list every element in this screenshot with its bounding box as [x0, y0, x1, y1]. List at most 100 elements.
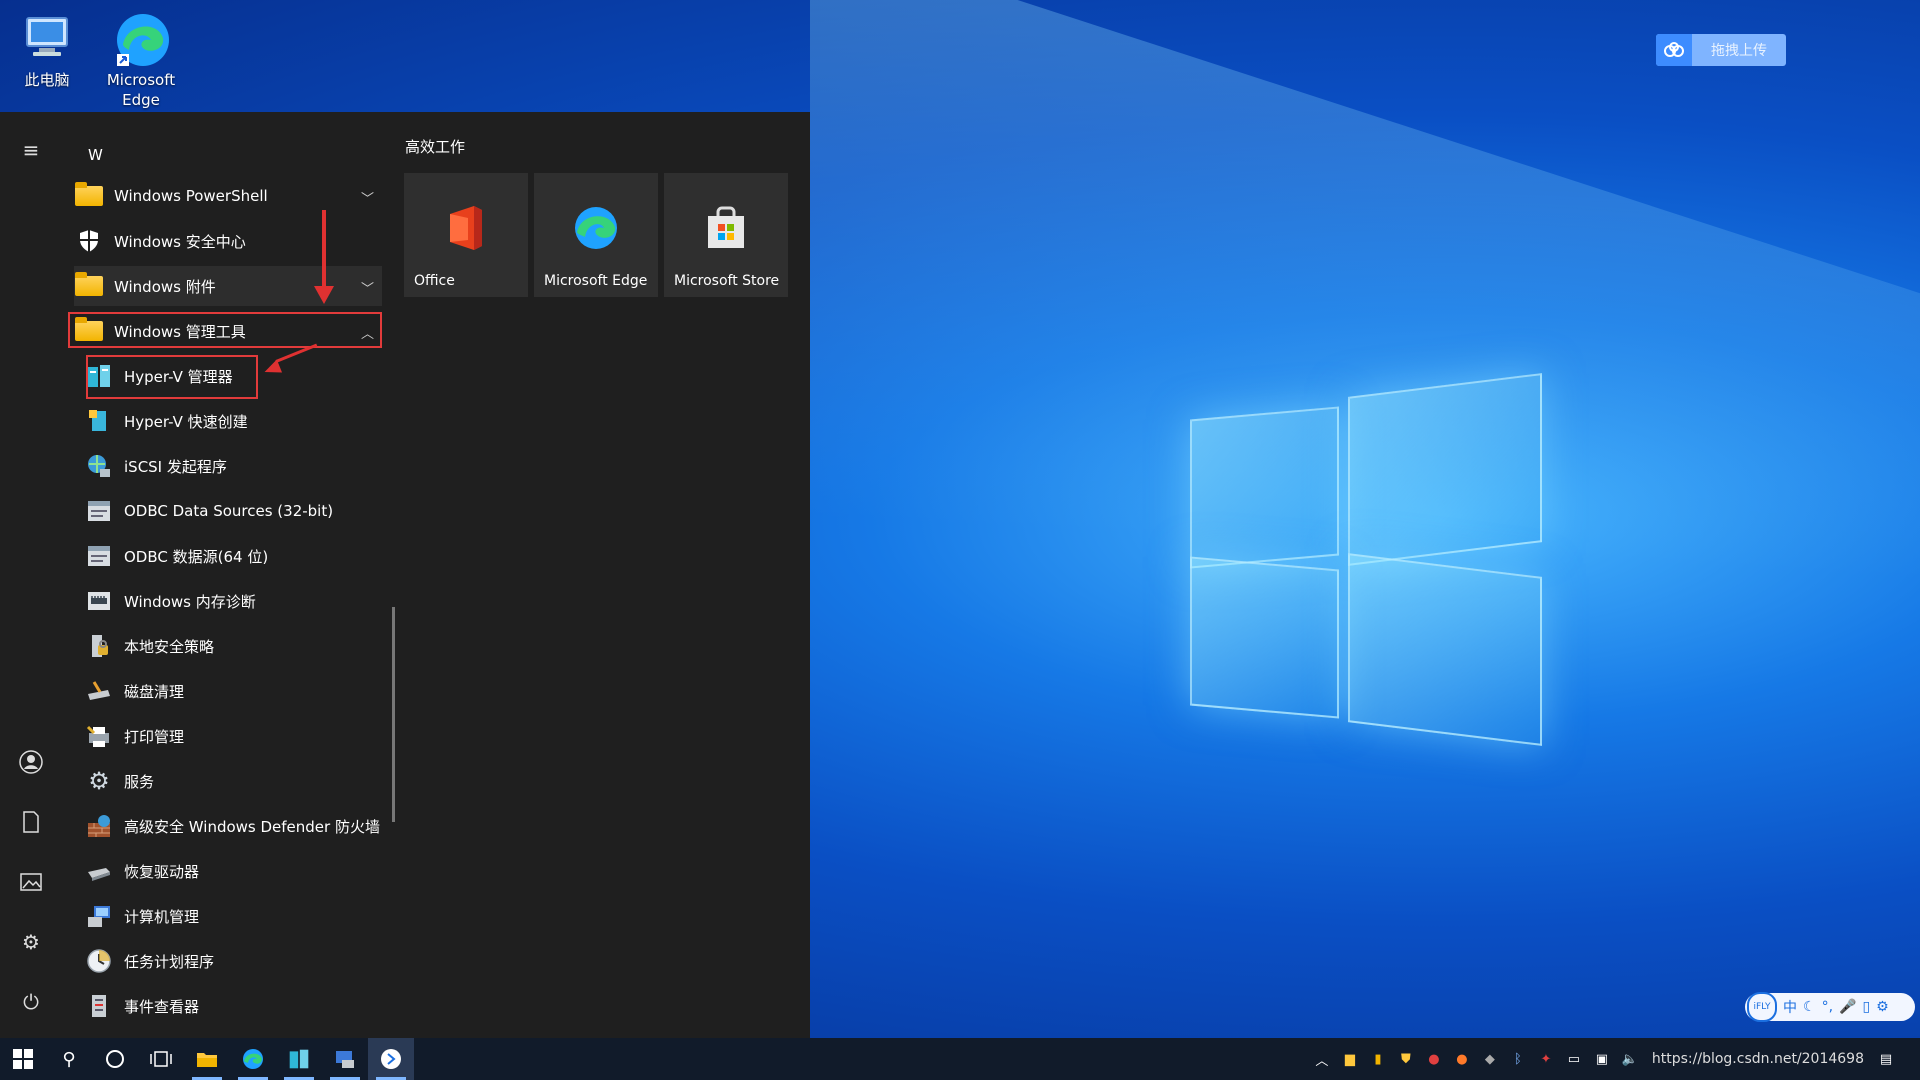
tile-microsoft-edge[interactable]: Microsoft Edge: [534, 173, 658, 297]
app-windows-powershell[interactable]: Windows PowerShell ﹀: [74, 176, 382, 216]
moon-icon[interactable]: ☾: [1803, 999, 1816, 1015]
app-list-scrollbar[interactable]: [392, 607, 395, 822]
chrome-icon[interactable]: ●: [1420, 1052, 1448, 1067]
start-rail: ≡ ⚙ ⏻: [0, 112, 62, 1038]
volume-icon[interactable]: 🔈: [1616, 1052, 1644, 1067]
search-icon[interactable]: ⚲: [46, 1038, 92, 1080]
tiles-group-title[interactable]: 高效工作: [405, 136, 465, 157]
bluetooth-icon[interactable]: ᛒ: [1504, 1052, 1532, 1067]
keyboard-icon[interactable]: ▯: [1862, 999, 1870, 1015]
section-letter[interactable]: W: [88, 146, 103, 164]
recovery-drive-icon: [84, 856, 114, 886]
app-label: 高级安全 Windows Defender 防火墙: [124, 817, 380, 836]
highlight-box-admin-tools: [68, 312, 382, 348]
task-view-icon[interactable]: [138, 1038, 184, 1080]
cortana-icon[interactable]: [92, 1038, 138, 1080]
settings-icon[interactable]: ⚙: [13, 924, 49, 960]
system-tray: ︿ ▆ ▮ ⛊ ● ● ◆ ᛒ ✦ ▭ ▣ 🔈 https://blog.csd…: [1308, 1038, 1920, 1080]
app-label: iSCSI 发起程序: [124, 457, 227, 476]
app-tray-icon[interactable]: ✦: [1532, 1052, 1560, 1067]
app-disk-cleanup[interactable]: 磁盘清理: [84, 671, 392, 711]
start-button[interactable]: [0, 1038, 46, 1080]
file-explorer-icon[interactable]: [184, 1038, 230, 1080]
ime-mode-toggle[interactable]: 中: [1783, 997, 1797, 1017]
settings-icon[interactable]: ⚙: [1876, 999, 1889, 1015]
ifly-logo: iFLY: [1747, 992, 1777, 1022]
cloud-upload-button[interactable]: 拖拽上传: [1656, 34, 1786, 66]
edge-taskbar-icon[interactable]: [230, 1038, 276, 1080]
app-memory-diagnostic[interactable]: Windows 内存诊断: [84, 581, 392, 621]
app-label: Hyper-V 快速创建: [124, 412, 248, 431]
odbc-icon: [84, 496, 114, 526]
hamburger-icon[interactable]: ≡: [13, 132, 49, 168]
tile-office[interactable]: Office: [404, 173, 528, 297]
computer-management-icon: [84, 901, 114, 931]
ime-toolbar[interactable]: iFLY 中 ☾ °, 🎤 ▯ ⚙: [1745, 992, 1915, 1022]
chevron-down-icon: ﹀: [360, 192, 374, 207]
app-label: 磁盘清理: [124, 682, 185, 701]
notification-icon[interactable]: ▤: [1872, 1052, 1900, 1067]
app-defender-firewall[interactable]: 高级安全 Windows Defender 防火墙: [84, 806, 404, 846]
app-iscsi-initiator[interactable]: iSCSI 发起程序: [84, 446, 392, 486]
usb-icon[interactable]: ▮: [1364, 1052, 1392, 1067]
app-label: 打印管理: [124, 727, 185, 746]
app-label: 恢复驱动器: [124, 862, 200, 881]
cloud-upload-label: 拖拽上传: [1711, 43, 1767, 59]
task-scheduler-icon: [84, 946, 114, 976]
app-label: 本地安全策略: [124, 637, 215, 656]
app-taskbar-icon[interactable]: [368, 1038, 414, 1080]
pictures-icon[interactable]: [13, 864, 49, 900]
app-hyperv-quick-create[interactable]: Hyper-V 快速创建: [84, 401, 392, 441]
security-tray-icon[interactable]: ⛊: [1392, 1052, 1420, 1067]
app-windows-accessories[interactable]: Windows 附件 ﹀: [74, 266, 382, 306]
app-label: Windows PowerShell: [114, 187, 268, 205]
desktop-icon-edge[interactable]: Microsoft Edge: [96, 4, 186, 110]
network-icon[interactable]: ▣: [1588, 1052, 1616, 1067]
documents-icon[interactable]: [13, 804, 49, 840]
app-label: 服务: [124, 772, 155, 791]
hyperv-quick-create-icon: [84, 406, 114, 436]
orange-app-icon[interactable]: ●: [1448, 1052, 1476, 1067]
desktop-icon-this-pc[interactable]: 此电脑: [2, 4, 92, 90]
app-print-management[interactable]: 打印管理: [84, 716, 392, 756]
app-odbc-32[interactable]: ODBC Data Sources (32-bit): [84, 491, 392, 531]
app-label: 事件查看器: [124, 997, 200, 1016]
punctuation-icon[interactable]: °,: [1822, 999, 1833, 1015]
app-services[interactable]: ⚙ 服务: [84, 761, 392, 801]
desktop-icon-label: Microsoft Edge: [106, 71, 176, 109]
app-computer-management[interactable]: 计算机管理: [84, 896, 392, 936]
app-label: Windows 附件: [114, 277, 216, 296]
app-windows-security[interactable]: Windows 安全中心: [74, 221, 382, 261]
tile-label: Microsoft Store: [674, 273, 780, 289]
chevron-up-icon[interactable]: ︿: [1308, 1050, 1336, 1069]
hyperv-manager-taskbar-icon[interactable]: [276, 1038, 322, 1080]
folder-tray-icon[interactable]: ▆: [1336, 1052, 1364, 1067]
disk-cleanup-icon: [84, 676, 114, 706]
app-odbc-64[interactable]: ODBC 数据源(64 位): [84, 536, 392, 576]
security-policy-icon: [84, 631, 114, 661]
power-icon[interactable]: ⏻: [13, 984, 49, 1020]
app-event-viewer[interactable]: 事件查看器: [84, 986, 392, 1026]
shield-icon: [74, 226, 104, 256]
app-recovery-drive[interactable]: 恢复驱动器: [84, 851, 392, 891]
user-icon[interactable]: [13, 744, 49, 780]
edge-icon: [113, 10, 169, 66]
battery-icon[interactable]: ▭: [1560, 1052, 1588, 1067]
cloud-icon: [1656, 34, 1692, 66]
cube-icon[interactable]: ◆: [1476, 1052, 1504, 1067]
tile-microsoft-store[interactable]: Microsoft Store: [664, 173, 788, 297]
iscsi-icon: [84, 451, 114, 481]
windows-logo-wallpaper: [1190, 373, 1545, 746]
taskbar: ⚲ ︿ ▆ ▮ ⛊ ● ● ◆ ᛒ ✦ ▭ ▣ 🔈 https://blog.c…: [0, 1038, 1920, 1080]
annotation-arrowhead-down: [314, 286, 334, 304]
remote-desktop-taskbar-icon[interactable]: [322, 1038, 368, 1080]
microphone-icon[interactable]: 🎤: [1839, 999, 1856, 1015]
app-task-scheduler[interactable]: 任务计划程序: [84, 941, 392, 981]
app-label: Windows 安全中心: [114, 232, 246, 251]
app-list: W Windows PowerShell ﹀ Windows 安全中心 Wind…: [62, 112, 392, 1038]
memory-diagnostic-icon: [84, 586, 114, 616]
app-local-security-policy[interactable]: 本地安全策略: [84, 626, 392, 666]
app-label: ODBC 数据源(64 位): [124, 547, 269, 566]
app-label: 计算机管理: [124, 907, 200, 926]
folder-icon: [74, 181, 104, 211]
